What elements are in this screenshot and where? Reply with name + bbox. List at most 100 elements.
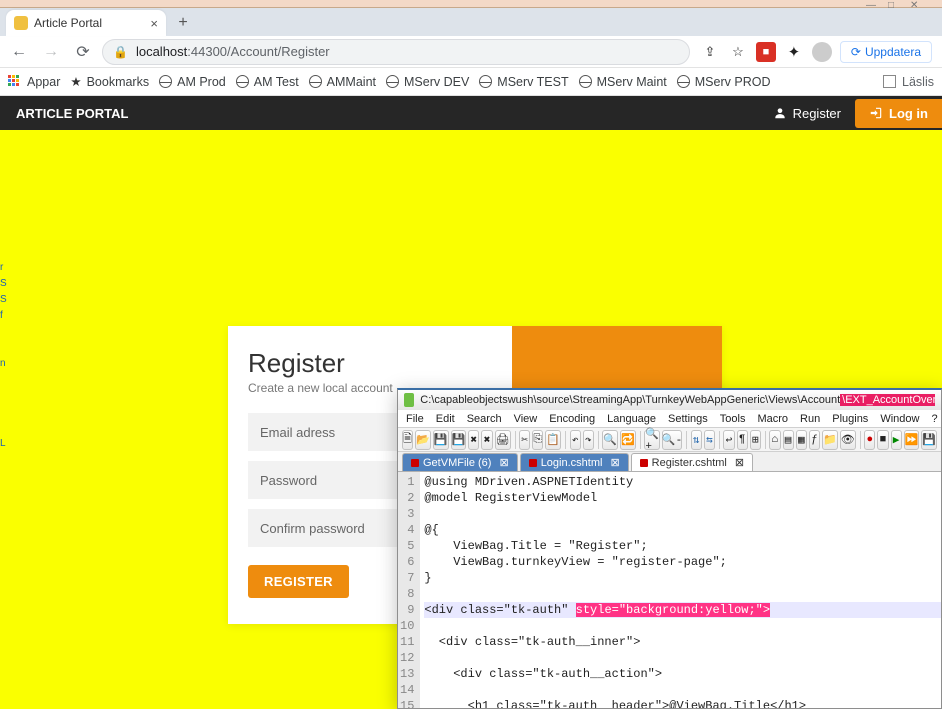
- star-icon[interactable]: ☆: [728, 42, 748, 62]
- stop-macro-icon[interactable]: ■: [877, 430, 888, 450]
- extension-icon[interactable]: ■: [756, 42, 776, 62]
- save-icon[interactable]: 💾: [433, 430, 449, 450]
- brand-title: ARTICLE PORTAL: [16, 106, 128, 121]
- menu-item[interactable]: Settings: [668, 413, 708, 425]
- extensions-button[interactable]: ✦: [784, 42, 804, 62]
- menu-item[interactable]: ?: [931, 413, 937, 425]
- open-icon[interactable]: 📂: [415, 430, 431, 450]
- menu-item[interactable]: Macro: [757, 413, 788, 425]
- lang-icon[interactable]: ⌂: [769, 430, 780, 450]
- monitor-icon[interactable]: 👁: [840, 430, 856, 450]
- forward-button[interactable]: →: [38, 39, 64, 65]
- window-maximize-icon[interactable]: □: [888, 0, 900, 8]
- save-all-icon[interactable]: 💾: [451, 430, 467, 450]
- globe-icon: [386, 75, 399, 88]
- window-minimize-icon[interactable]: —: [866, 0, 878, 8]
- menu-item[interactable]: Plugins: [832, 413, 868, 425]
- file-tab[interactable]: GetVMFile (6)⊠: [402, 453, 518, 471]
- tab-title: Article Portal: [34, 16, 144, 30]
- find-icon[interactable]: 🔍: [602, 430, 618, 450]
- bookmarks-folder[interactable]: ★Bookmarks: [70, 74, 149, 89]
- func-list-icon[interactable]: ƒ: [809, 430, 820, 450]
- notepad-title-path: C:\capableobjectswush\source\StreamingAp…: [420, 394, 935, 406]
- globe-icon: [579, 75, 592, 88]
- page-edge-artifacts: rSSfnL: [0, 260, 10, 452]
- toolbar-right: ⇪ ☆ ■ ✦ ⟳Uppdatera: [696, 41, 936, 63]
- bookmarks-bar: Appar ★Bookmarks AM Prod AM Test AMMaint…: [0, 68, 942, 96]
- register-link[interactable]: Register: [773, 106, 841, 121]
- bookmark-item[interactable]: AM Test: [236, 75, 299, 89]
- star-icon: ★: [70, 74, 81, 89]
- menu-item[interactable]: Run: [800, 413, 820, 425]
- notepad-editor[interactable]: 123456789101112131415161718192021222324 …: [398, 472, 941, 708]
- new-file-icon[interactable]: 🗎: [402, 430, 413, 450]
- redo-icon[interactable]: ↷: [583, 430, 594, 450]
- reload-button[interactable]: ⟳: [70, 39, 96, 65]
- tab-close-icon[interactable]: ×: [150, 16, 158, 31]
- bookmark-item[interactable]: MServ Maint: [579, 75, 667, 89]
- menu-item[interactable]: File: [406, 413, 424, 425]
- notepad-window[interactable]: C:\capableobjectswush\source\StreamingAp…: [397, 388, 942, 709]
- undo-icon[interactable]: ↶: [570, 430, 581, 450]
- notepad-menubar[interactable]: File Edit Search View Encoding Language …: [398, 410, 941, 428]
- globe-icon: [677, 75, 690, 88]
- sync-v-icon[interactable]: ⇅: [691, 430, 702, 450]
- replace-icon[interactable]: 🔁: [620, 430, 636, 450]
- reading-list-button[interactable]: Läslis: [883, 75, 934, 89]
- zoom-out-icon[interactable]: 🔍-: [662, 430, 682, 450]
- menu-item[interactable]: Language: [607, 413, 656, 425]
- line-gutter: 123456789101112131415161718192021222324: [398, 472, 420, 708]
- cut-icon[interactable]: ✂: [519, 430, 530, 450]
- file-tab-active[interactable]: Register.cshtml⊠: [631, 453, 753, 471]
- register-button[interactable]: REGISTER: [248, 565, 349, 598]
- profile-avatar[interactable]: [812, 42, 832, 62]
- back-button[interactable]: ←: [6, 39, 32, 65]
- menu-item[interactable]: View: [514, 413, 538, 425]
- menu-item[interactable]: Search: [467, 413, 502, 425]
- new-tab-button[interactable]: +: [170, 10, 196, 36]
- record-macro-icon[interactable]: ●: [864, 430, 875, 450]
- close-file-icon[interactable]: ✖: [468, 430, 479, 450]
- play-macro-icon[interactable]: ▶: [891, 430, 902, 450]
- browser-tab[interactable]: Article Portal ×: [6, 10, 166, 36]
- notepad-file-tabs: GetVMFile (6)⊠ Login.cshtml⊠ Register.cs…: [398, 452, 941, 472]
- bookmark-item[interactable]: MServ TEST: [479, 75, 568, 89]
- globe-icon: [479, 75, 492, 88]
- code-area[interactable]: @using MDriven.ASPNETIdentity@model Regi…: [420, 472, 941, 708]
- globe-icon: [309, 75, 322, 88]
- lock-icon: 🔒: [113, 45, 128, 59]
- bookmark-item[interactable]: MServ DEV: [386, 75, 469, 89]
- zoom-in-icon[interactable]: 🔍+: [644, 430, 660, 450]
- doc-list-icon[interactable]: ▦: [796, 430, 807, 450]
- print-icon[interactable]: 🖨: [495, 430, 511, 450]
- wordwrap-icon[interactable]: ↩: [723, 430, 734, 450]
- fast-macro-icon[interactable]: ⏩: [904, 430, 920, 450]
- apps-button[interactable]: Appar: [8, 75, 60, 89]
- copy-icon[interactable]: ⎘: [532, 430, 543, 450]
- browser-toolbar: ← → ⟳ 🔒 localhost:44300/Account/Register…: [0, 36, 942, 68]
- folder-icon[interactable]: 📁: [822, 430, 838, 450]
- file-tab[interactable]: Login.cshtml⊠: [520, 453, 629, 471]
- menu-item[interactable]: Encoding: [549, 413, 595, 425]
- sync-h-icon[interactable]: ⇆: [704, 430, 715, 450]
- bookmark-item[interactable]: MServ PROD: [677, 75, 771, 89]
- login-icon: [869, 106, 883, 120]
- bookmark-item[interactable]: AM Prod: [159, 75, 226, 89]
- bookmark-item[interactable]: AMMaint: [309, 75, 376, 89]
- login-button[interactable]: Log in: [855, 99, 942, 128]
- menu-item[interactable]: Edit: [436, 413, 455, 425]
- save-macro-icon[interactable]: 💾: [921, 430, 937, 450]
- window-close-icon[interactable]: ✕: [910, 0, 922, 8]
- share-icon[interactable]: ⇪: [700, 42, 720, 62]
- menu-item[interactable]: Window: [880, 413, 919, 425]
- menu-item[interactable]: Tools: [720, 413, 746, 425]
- paste-icon[interactable]: 📋: [545, 430, 561, 450]
- close-all-icon[interactable]: ✖: [481, 430, 492, 450]
- doc-map-icon[interactable]: ▤: [783, 430, 794, 450]
- notepad-titlebar[interactable]: C:\capableobjectswush\source\StreamingAp…: [398, 390, 941, 410]
- indent-guide-icon[interactable]: ⊞: [750, 430, 761, 450]
- address-bar[interactable]: 🔒 localhost:44300/Account/Register: [102, 39, 690, 65]
- update-button[interactable]: ⟳Uppdatera: [840, 41, 932, 63]
- site-header: ARTICLE PORTAL Register Log in: [0, 96, 942, 130]
- allchars-icon[interactable]: ¶: [737, 430, 748, 450]
